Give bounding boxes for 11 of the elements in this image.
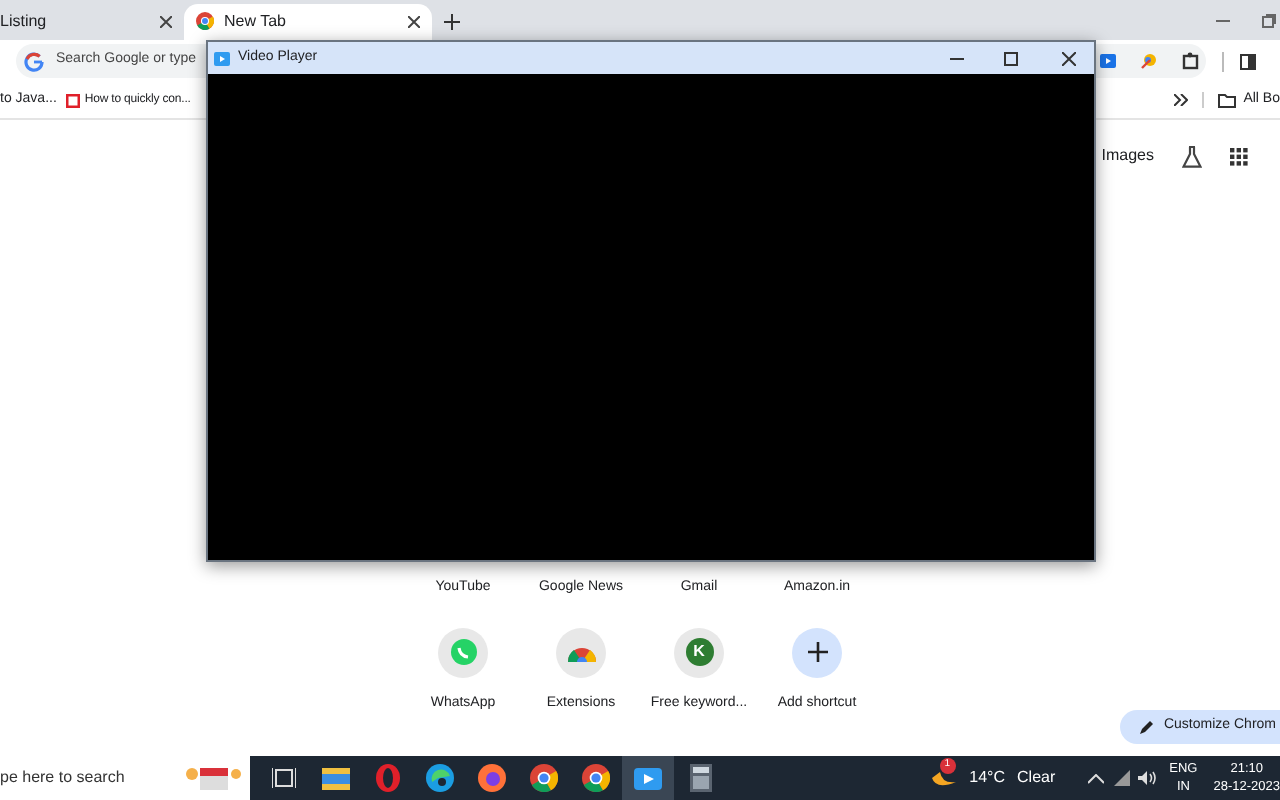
- weather-condition: Clear: [1017, 766, 1056, 791]
- letter-avatar: K: [685, 638, 713, 667]
- tab-title: New Tab: [224, 9, 288, 34]
- images-link[interactable]: Images: [1101, 144, 1154, 169]
- temperature: 14°C: [969, 766, 1006, 791]
- browser-tab[interactable]: New Tab: [184, 3, 432, 40]
- taskbar-search-field[interactable]: pe here to search: [0, 756, 250, 800]
- tab-title: Listing: [0, 9, 49, 34]
- shortcut-tile[interactable]: K: [674, 627, 724, 678]
- browser-tab[interactable]: Listing: [0, 3, 184, 40]
- search-placeholder: pe here to search: [0, 766, 127, 791]
